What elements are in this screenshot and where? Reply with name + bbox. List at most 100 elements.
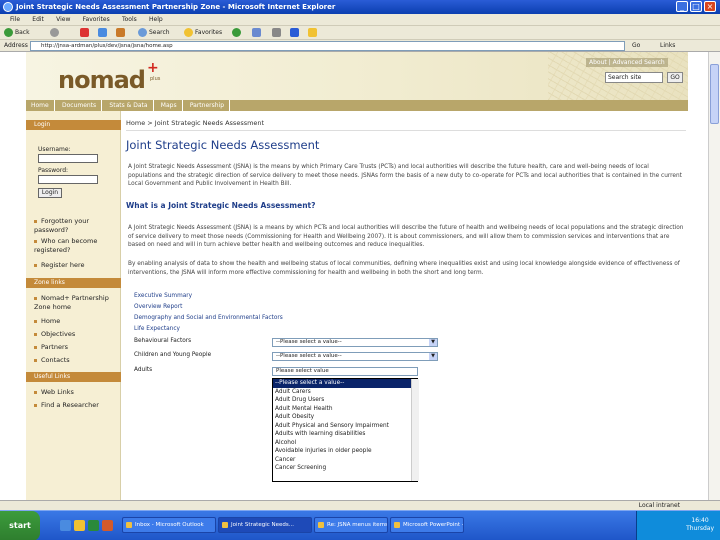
history-icon	[232, 28, 241, 37]
nav-maps[interactable]: Maps	[156, 100, 183, 111]
mail-icon	[252, 28, 261, 37]
contacts-link[interactable]: Contacts	[34, 356, 119, 365]
select-value: --Please select a value--	[276, 353, 342, 359]
ie-quicklaunch-icon[interactable]	[60, 520, 71, 531]
menu-bar: File Edit View Favorites Tools Help	[0, 14, 720, 26]
objectives-link[interactable]: Objectives	[34, 330, 119, 339]
close-icon[interactable]: ×	[704, 1, 716, 12]
edit-button[interactable]	[290, 28, 301, 38]
login-button[interactable]: Login	[38, 188, 62, 198]
folder-icon	[308, 28, 317, 37]
select-value: Please select value	[276, 368, 329, 374]
behavioural-factors-select[interactable]: --Please select a value-- ▼	[272, 338, 438, 347]
maximize-icon[interactable]: □	[690, 1, 702, 12]
menu-view[interactable]: View	[56, 14, 70, 26]
menu-favorites[interactable]: Favorites	[83, 14, 110, 26]
folder-button[interactable]	[308, 28, 319, 38]
back-button[interactable]: Back	[4, 28, 30, 38]
page-scrollbar-thumb[interactable]	[710, 64, 719, 124]
link-text: Partners	[41, 343, 69, 351]
stop-button[interactable]	[80, 28, 91, 38]
adults-select[interactable]: Please select value	[272, 367, 418, 376]
dropdown-option[interactable]: Avoidable injuries in older people	[273, 447, 417, 456]
dropdown-option[interactable]: Adult Drug Users	[273, 396, 417, 405]
dropdown-option[interactable]: Cancer Screening	[273, 464, 417, 473]
register-link[interactable]: Register here	[34, 261, 119, 270]
home-link[interactable]: Home	[34, 317, 119, 326]
menu-help[interactable]: Help	[149, 14, 163, 26]
executive-summary-link[interactable]: Executive Summary	[134, 292, 192, 300]
dropdown-scrollbar[interactable]	[411, 379, 419, 481]
bullet-icon	[34, 390, 37, 394]
start-button[interactable]: start	[0, 511, 40, 540]
link-text: Web Links	[41, 388, 74, 396]
nav-home[interactable]: Home	[26, 100, 55, 111]
dropdown-option[interactable]: Alcohol	[273, 439, 417, 448]
site-search-go-button[interactable]: GO	[667, 72, 683, 83]
dropdown-option[interactable]: Adult Physical and Sensory Impairment	[273, 422, 417, 431]
address-input[interactable]: http://jnsa-ardman/plus/dev/jsna/jsna/ho…	[30, 41, 625, 51]
zone-home-link[interactable]: Nomad+ Partnership Zone home	[34, 294, 119, 312]
browser-toolbar: Back Search Favorites	[0, 26, 720, 40]
overview-report-link[interactable]: Overview Report	[134, 303, 182, 311]
bullet-icon	[34, 319, 37, 323]
password-input[interactable]	[38, 175, 98, 184]
clock-time: 16:40	[691, 517, 709, 524]
print-button[interactable]	[272, 28, 283, 38]
excel-quicklaunch-icon[interactable]	[88, 520, 99, 531]
site-search-input[interactable]: Search site	[605, 72, 663, 83]
menu-edit[interactable]: Edit	[32, 14, 44, 26]
links-button[interactable]: Links	[660, 41, 675, 51]
top-links[interactable]: About | Advanced Search	[586, 58, 668, 67]
favorites-button[interactable]: Favorites	[184, 28, 222, 38]
site-logo[interactable]: nomad	[58, 66, 146, 94]
task-outlook[interactable]: Inbox - Microsoft Outlook	[122, 517, 216, 533]
folder-quicklaunch-icon[interactable]	[74, 520, 85, 531]
nav-stats-data[interactable]: Stats & Data	[104, 100, 154, 111]
link-text: Forgotten your password?	[34, 217, 90, 234]
mail-button[interactable]	[252, 28, 263, 38]
minimize-icon[interactable]: _	[676, 1, 688, 12]
dropdown-option[interactable]	[273, 473, 417, 482]
clock-day: Thursday	[686, 525, 714, 532]
dropdown-option[interactable]: --Please select a value--	[273, 379, 417, 388]
menu-tools[interactable]: Tools	[122, 14, 137, 26]
go-button[interactable]: Go	[632, 41, 640, 51]
life-expectancy-link[interactable]: Life Expectancy	[134, 325, 180, 333]
refresh-icon	[98, 28, 107, 37]
task-jsna-browser[interactable]: Joint Strategic Needs...	[218, 517, 312, 533]
dropdown-option[interactable]: Adult Mental Health	[273, 405, 417, 414]
dropdown-option[interactable]: Cancer	[273, 456, 417, 465]
who-registered-link[interactable]: Who can become registered?	[34, 237, 119, 255]
children-young-people-select[interactable]: --Please select a value-- ▼	[272, 352, 438, 361]
sidebar: Login Username: Password: Login Forgotte…	[26, 111, 121, 500]
nav-partnership[interactable]: Partnership	[185, 100, 231, 111]
nav-documents[interactable]: Documents	[57, 100, 103, 111]
stop-icon	[80, 28, 89, 37]
dropdown-option[interactable]: Adult Carers	[273, 388, 417, 397]
forgot-password-link[interactable]: Forgotten your password?	[34, 217, 119, 235]
back-arrow-icon	[4, 28, 13, 37]
web-links-link[interactable]: Web Links	[34, 388, 119, 397]
home-button[interactable]	[116, 28, 127, 38]
search-button[interactable]: Search	[138, 28, 170, 38]
find-researcher-link[interactable]: Find a Researcher	[34, 401, 119, 410]
paragraph-2: By enabling analysis of data to show the…	[128, 261, 680, 276]
page-title: Joint Strategic Needs Assessment	[126, 138, 320, 152]
task-powerpoint[interactable]: Microsoft PowerPoint - [...	[390, 517, 464, 533]
dropdown-option[interactable]: Adult Obesity	[273, 413, 417, 422]
menu-file[interactable]: File	[10, 14, 20, 26]
adults-label: Adults	[134, 367, 153, 373]
breadcrumb[interactable]: Home > Joint Strategic Needs Assessment	[126, 119, 264, 127]
history-button[interactable]	[232, 28, 243, 38]
dropdown-option[interactable]: Adults with learning disabilities	[273, 430, 417, 439]
task-reply-email[interactable]: Re: JSNA menus items...	[314, 517, 388, 533]
link-text: Find a Researcher	[41, 401, 99, 409]
taskbar: start Inbox - Microsoft Outlook Joint St…	[0, 510, 720, 540]
app-quicklaunch-icon[interactable]	[102, 520, 113, 531]
partners-link[interactable]: Partners	[34, 343, 119, 352]
demography-link[interactable]: Demography and Social and Environmental …	[134, 314, 283, 322]
username-input[interactable]	[38, 154, 98, 163]
refresh-button[interactable]	[98, 28, 109, 38]
forward-button[interactable]	[50, 28, 61, 38]
